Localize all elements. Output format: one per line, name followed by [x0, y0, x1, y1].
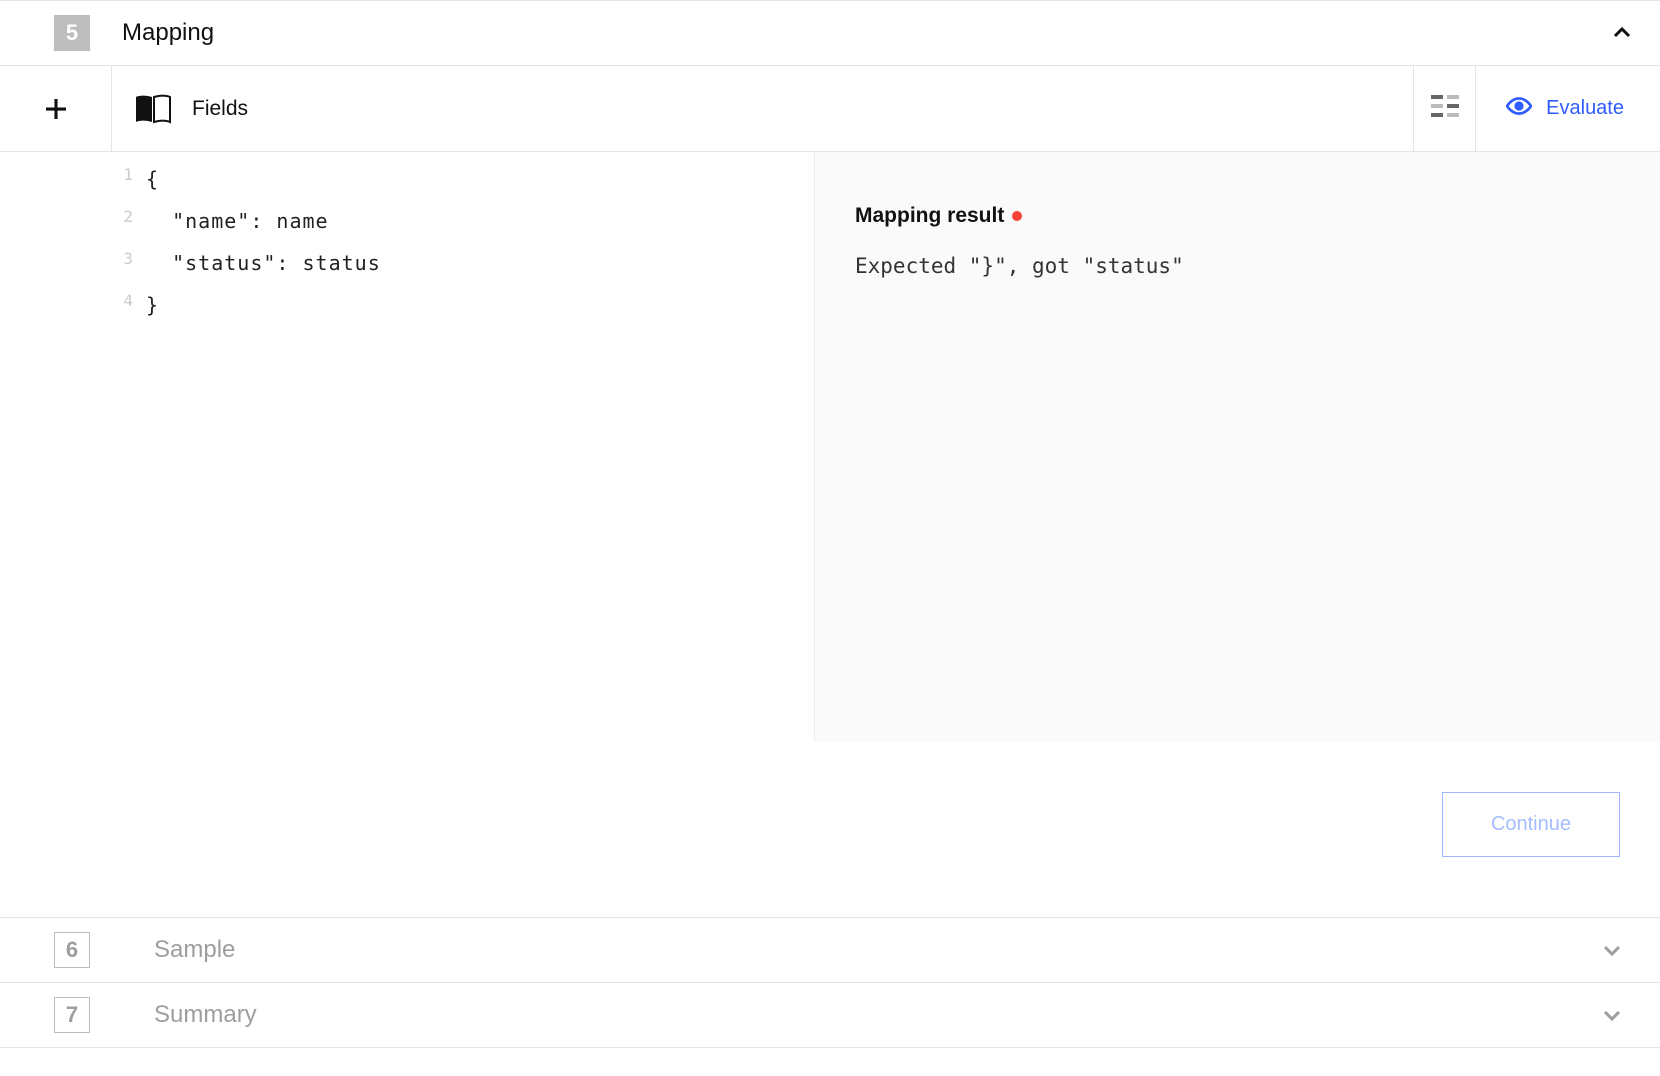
result-message: Expected "}", got "status"	[855, 254, 1620, 278]
code-editor[interactable]: 1 { 2 "name": name 3 "status": status 4 …	[112, 152, 815, 742]
step-header-mapping[interactable]: 5 Mapping	[0, 0, 1660, 66]
line-number: 2	[112, 200, 146, 242]
step-title: Mapping	[122, 19, 1608, 47]
line-number: 3	[112, 242, 146, 284]
step-title: Sample	[154, 936, 844, 964]
code-text: "name": name	[146, 200, 329, 242]
result-title-text: Mapping result	[855, 204, 1004, 228]
step-title: Summary	[154, 1001, 844, 1029]
line-number: 4	[112, 284, 146, 326]
step-number-badge: 6	[54, 932, 90, 968]
code-text: {	[146, 158, 159, 200]
plus-icon[interactable]	[41, 94, 71, 124]
error-dot-icon	[1012, 211, 1022, 221]
step-header-sample[interactable]: 6 Sample	[0, 917, 1660, 982]
code-line: 1 {	[112, 158, 814, 200]
code-line: 4 }	[112, 284, 814, 326]
chevron-up-icon[interactable]	[1608, 19, 1636, 47]
eye-icon	[1506, 93, 1532, 125]
line-number: 1	[112, 158, 146, 200]
evaluate-button[interactable]: Evaluate	[1475, 66, 1660, 151]
chevron-down-icon[interactable]	[1598, 1001, 1626, 1029]
code-line: 3 "status": status	[112, 242, 814, 284]
mapping-toolbar: Fields Evaluate	[0, 66, 1660, 152]
result-title: Mapping result	[855, 204, 1620, 228]
chevron-down-icon[interactable]	[1598, 936, 1626, 964]
code-line: 2 "name": name	[112, 200, 814, 242]
continue-button[interactable]: Continue	[1442, 792, 1620, 857]
format-button[interactable]	[1413, 66, 1475, 151]
result-panel: Mapping result Expected "}", got "status…	[815, 152, 1660, 742]
step-number-badge: 7	[54, 997, 90, 1033]
code-text: }	[146, 284, 159, 326]
mapping-workspace: 1 { 2 "name": name 3 "status": status 4 …	[112, 152, 1660, 742]
step-number-badge: 5	[54, 15, 90, 51]
code-text: "status": status	[146, 242, 381, 284]
step-footer: Continue	[0, 742, 1660, 917]
book-icon	[134, 93, 172, 125]
fields-label: Fields	[192, 97, 248, 121]
step-header-summary[interactable]: 7 Summary	[0, 982, 1660, 1048]
format-icon	[1431, 95, 1459, 122]
evaluate-label: Evaluate	[1546, 97, 1624, 120]
